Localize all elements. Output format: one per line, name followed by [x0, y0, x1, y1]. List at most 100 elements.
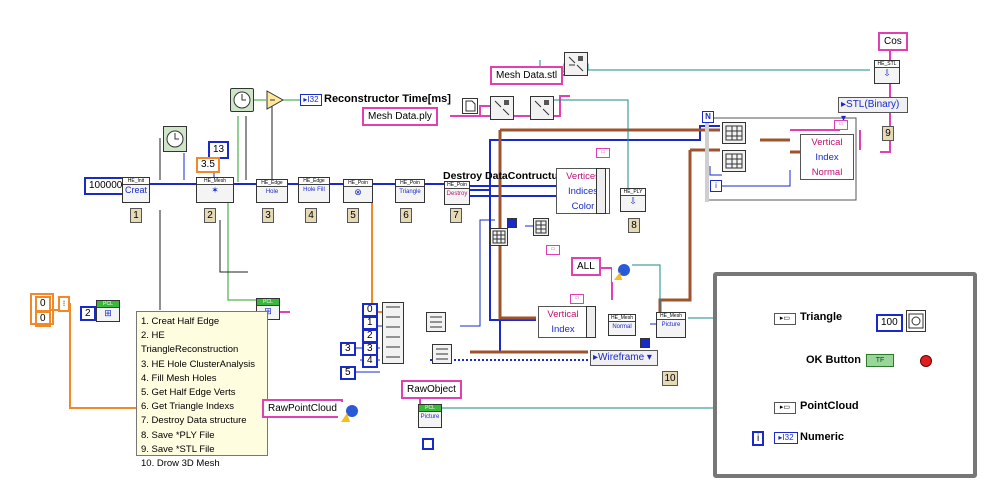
comment-line: 1. Creat Half Edge [141, 316, 220, 327]
numeric-iteration-terminal: i [752, 431, 765, 446]
grid-icon [492, 230, 506, 244]
vertical-index-normal-cluster: Vertical Index Normal [800, 134, 854, 180]
grid-icon [725, 125, 743, 141]
build-array-icon [436, 348, 448, 360]
loop-index-terminal: i [710, 180, 722, 192]
seq-number-8: 8 [628, 218, 640, 233]
array-size-node: ⁝ [58, 296, 70, 312]
seq-number-2: 2 [204, 208, 216, 223]
index-array-loop-b [722, 150, 746, 172]
const-2[interactable]: 2 [80, 306, 96, 321]
reconstructor-time-terminal[interactable]: ▸I32 [300, 94, 322, 106]
clock-icon [233, 91, 251, 109]
numeric-label: Numeric [800, 431, 845, 443]
raw-object-constant[interactable]: RawObject [401, 380, 462, 399]
comment-line: 7. Destroy Data structure [141, 415, 247, 427]
mesh-ply-path[interactable]: Mesh Data.ply [362, 107, 438, 126]
he-edge-hole-vi[interactable]: HE_Edge Hole [256, 179, 288, 203]
reconstructor-time-label: Reconstructor Time[ms] [324, 93, 451, 105]
wait-timer-icon [908, 313, 924, 329]
idx-const-4[interactable]: 4 [362, 354, 378, 368]
cos-constant[interactable]: Cos [878, 32, 908, 51]
build-array-icon [430, 316, 442, 328]
wait-constant[interactable]: 100 [876, 314, 903, 332]
build-path-icon [534, 100, 550, 116]
he-edge-fill-vi[interactable]: HE_Edge Hole Fill [298, 177, 330, 203]
idx-const-0[interactable]: 0 [362, 303, 378, 317]
grid-icon [535, 220, 547, 234]
idx-const-5[interactable]: 5 [340, 366, 356, 380]
he-destroy-vi[interactable]: HE_Poin Destroy [444, 181, 470, 205]
light-bulb-icon [614, 264, 630, 280]
light-bulb-icon [341, 405, 358, 422]
build-path-node-ply-b [530, 96, 554, 120]
build-array-node-b [432, 344, 452, 364]
stop-icon[interactable] [920, 355, 932, 367]
build-path-node-top [564, 52, 588, 76]
comment-line: 2. HE TriangleReconstruction [141, 330, 239, 356]
cluster-type-tag-right: ▭ [834, 120, 848, 130]
idx-const-2[interactable]: 2 [362, 329, 378, 343]
loop-count-terminal: N [702, 111, 714, 123]
const-3-5[interactable]: 3.5 [196, 157, 220, 173]
current-vi-path-node [462, 98, 478, 114]
he-stl-save-vi[interactable]: HE_STL ⇩ [874, 60, 900, 84]
blue-terminal-c [422, 438, 434, 450]
iterations-constant[interactable]: 100000 [84, 177, 128, 195]
blue-terminal-b [640, 338, 650, 348]
pcl-load-vi[interactable]: PCL ⊞ [96, 300, 120, 322]
clock-icon [166, 130, 184, 148]
ok-button-terminal[interactable]: TF [866, 354, 894, 367]
pointcloud-label: PointCloud [800, 400, 859, 412]
subtract-icon [266, 90, 285, 110]
he-ply-save-vi[interactable]: HE_PLY ⇩ [620, 188, 646, 212]
index-array-loop-a [722, 122, 746, 144]
index-array-icon [386, 306, 400, 358]
seq-number-1: 1 [130, 208, 142, 223]
seq-number-6: 6 [400, 208, 412, 223]
front-panel-group [713, 272, 977, 478]
cluster-type-tag-mid: ▭ [546, 245, 560, 255]
he-mesh-picture-vi[interactable]: HE_Mesh Picture [656, 312, 686, 338]
seq-number-7: 7 [450, 208, 462, 223]
idx-const-1[interactable]: 1 [362, 316, 378, 330]
comment-line: 8. Save *PLY File [141, 429, 215, 441]
step-comment-box: 1. Creat Half Edge 2. HE TriangleReconst… [136, 311, 268, 469]
seq-number-3: 3 [262, 208, 274, 223]
comment-line: 5. Get Half Edge Verts [141, 387, 236, 399]
bundle-node-mid [586, 306, 596, 338]
render-mode-ring[interactable]: ▸Wireframe ▾ [590, 350, 658, 366]
comment-line: 4. Fill Mesh Holes [141, 372, 217, 384]
build-array-node-a [426, 312, 446, 332]
vertical-index-cluster: Vertical Index [538, 306, 588, 338]
blue-terminal-a [507, 218, 517, 228]
build-path-icon [568, 56, 584, 72]
triangle-label: Triangle [800, 311, 843, 323]
stl-format-ring[interactable]: ▸STL(Binary) ▾ [838, 97, 908, 124]
idx-const-3a[interactable]: 3 [340, 342, 356, 356]
raw-point-cloud-constant[interactable]: RawPointCloud [262, 399, 343, 418]
build-path-node-ply-a [490, 96, 514, 120]
scene-light-node [612, 262, 632, 282]
he-init-vi[interactable]: HE_Init Creat [122, 177, 150, 203]
seq-number-9: 9 [882, 126, 894, 141]
comment-line: 6. Get Triangle Indexs [141, 401, 234, 413]
numeric-indicator-terminal[interactable]: ▸I32 [774, 432, 798, 444]
all-constant[interactable]: ALL [571, 257, 601, 276]
subtract-node [266, 90, 285, 110]
he-mesh-reconstruct-vi[interactable]: HE_Mesh ✶ [196, 177, 234, 203]
he-point-verts-vi[interactable]: HE_Poin ⊗ [343, 179, 373, 203]
pointcloud-indicator-terminal[interactable]: ▸▭ [774, 402, 796, 414]
ok-button-label: OK Button [806, 354, 861, 366]
comment-line: 10. Drow 3D Mesh [141, 458, 220, 470]
scene-light-node-bottom [338, 402, 360, 424]
pcl-picture-vi[interactable]: PCL Picture [418, 404, 442, 428]
cluster-type-tag-lower: ▭ [570, 294, 584, 304]
he-point-triangle-vi[interactable]: HE_Poin Triangle [395, 179, 425, 203]
he-mesh-normal-vi[interactable]: HE_Mesh Normal [608, 314, 636, 336]
grid-icon [725, 153, 743, 169]
triangle-indicator-terminal[interactable]: ▸▭ [774, 313, 796, 325]
wait-timer-node [906, 310, 926, 332]
mesh-stl-path[interactable]: Mesh Data.stl [490, 66, 564, 85]
index-array-stack [382, 302, 404, 364]
